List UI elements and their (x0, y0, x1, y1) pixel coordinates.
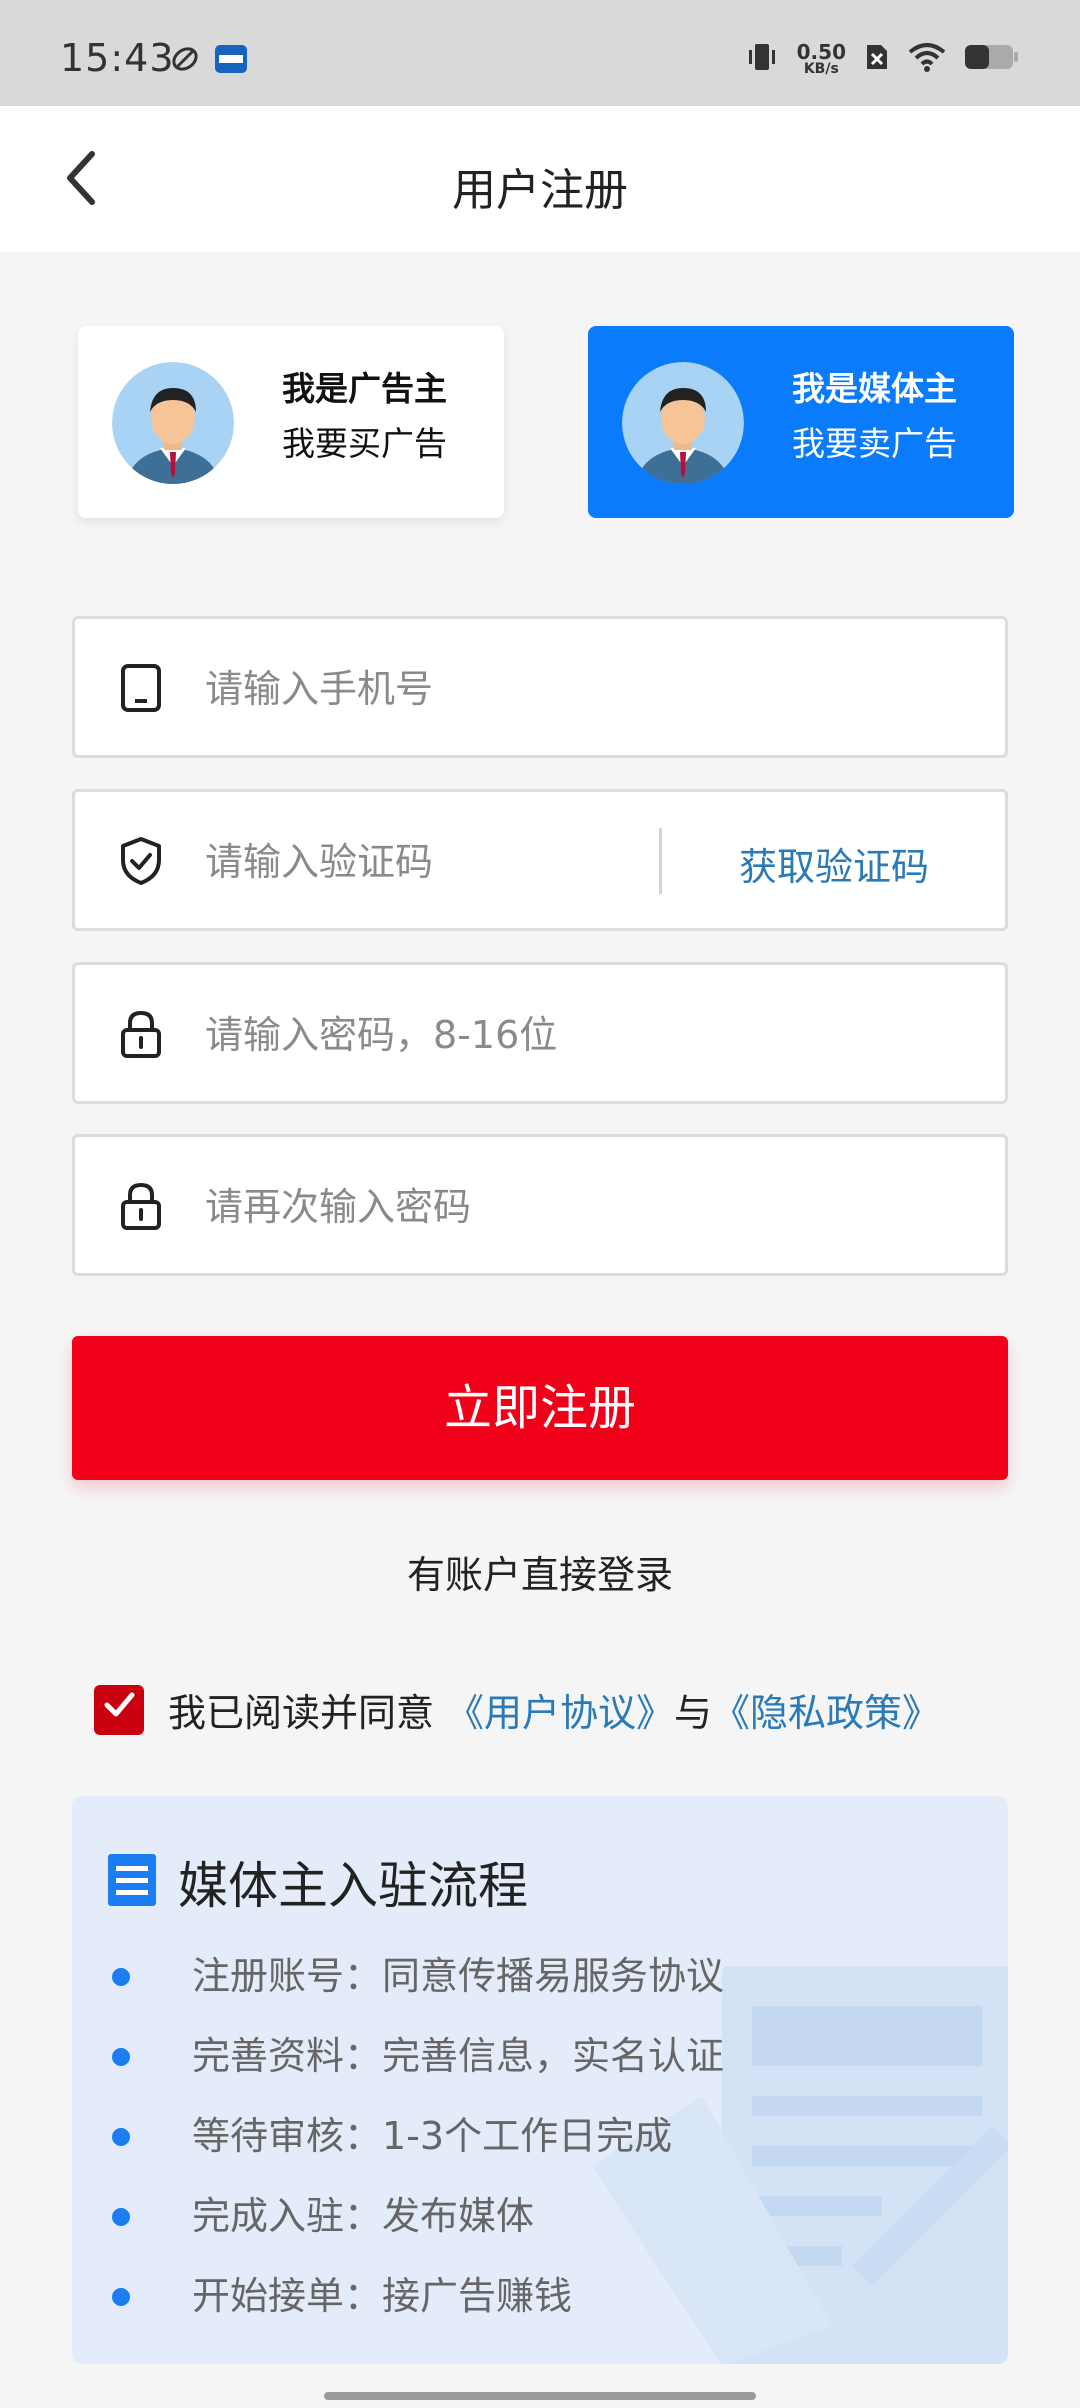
header: 用户注册 (0, 106, 1080, 252)
wifi-icon (908, 42, 946, 76)
process-step: 开始接单：接广告赚钱 (106, 2256, 724, 2336)
process-list: 注册账号：同意传播易服务协议 完善资料：完善信息，实名认证 等待审核：1-3个工… (106, 1936, 724, 2336)
role-card-advertiser[interactable]: 我是广告主 我要买广告 (78, 326, 504, 518)
agreement-joiner: 与 (674, 1691, 713, 1735)
process-step-text: 等待审核：1-3个工作日完成 (192, 2114, 673, 2158)
process-step-text: 完善资料：完善信息，实名认证 (192, 2034, 725, 2078)
process-step: 等待审核：1-3个工作日完成 (106, 2096, 724, 2176)
app-badge-icon (214, 44, 248, 78)
net-speed-unit: KB/s (803, 61, 839, 77)
code-input[interactable] (205, 824, 635, 900)
shield-check-icon (117, 837, 165, 885)
code-field: 获取验证码 (72, 789, 1008, 931)
role-text: 我是媒体主 我要卖广告 (792, 372, 957, 460)
agreement-checkbox[interactable] (94, 1684, 144, 1735)
role-title: 我是媒体主 (792, 369, 957, 408)
process-step-text: 完成入驻：发布媒体 (192, 2194, 535, 2238)
phone-input[interactable] (205, 651, 765, 727)
privacy-policy-link[interactable]: 《隐私政策》 (712, 1682, 940, 1737)
lock-icon (117, 1010, 165, 1058)
bullet-dot (112, 2048, 130, 2066)
battery-icon (964, 42, 1020, 76)
phone-icon (117, 664, 165, 712)
role-subtitle: 我要买广告 (282, 424, 447, 463)
confirm-password-input[interactable] (205, 1169, 765, 1245)
bullet-dot (112, 2128, 130, 2146)
sync-icon (170, 44, 200, 78)
get-code-button[interactable]: 获取验证码 (663, 836, 1005, 891)
bullet-dot (112, 2208, 130, 2226)
process-step-text: 注册账号：同意传播易服务协议 (192, 1954, 725, 1998)
role-text: 我是广告主 我要买广告 (282, 372, 447, 460)
process-panel: 媒体主入驻流程 注册账号：同意传播易服务协议 完善资料：完善信息，实名认证 等待… (72, 1796, 1008, 2364)
register-button[interactable]: 立即注册 (72, 1336, 1008, 1480)
status-bar: 15:43 0.50 KB/s (0, 0, 1080, 106)
user-agreement-link[interactable]: 《用户协议》 (446, 1682, 674, 1737)
vibrate-icon (745, 40, 779, 78)
confirm-password-field (72, 1134, 1008, 1276)
status-time: 15:43 (60, 36, 175, 80)
process-title: 媒体主入驻流程 (178, 1857, 528, 1915)
password-input[interactable] (205, 997, 765, 1073)
agreement-row: 我已阅读并同意 《用户协议》 与 《隐私政策》 (94, 1682, 940, 1737)
bullet-dot (112, 2288, 130, 2306)
home-indicator[interactable] (324, 2392, 756, 2400)
no-sim-icon (864, 42, 890, 76)
checkmark-icon (101, 1687, 137, 1732)
net-speed: 0.50 KB/s (797, 42, 846, 76)
avatar (112, 362, 234, 484)
password-field (72, 962, 1008, 1104)
page-title: 用户注册 (452, 165, 628, 216)
bullet-dot (112, 1968, 130, 1986)
process-step-text: 开始接单：接广告赚钱 (192, 2274, 573, 2318)
phone-field (72, 616, 1008, 758)
process-step: 完善资料：完善信息，实名认证 (106, 2016, 724, 2096)
document-list-icon (106, 1852, 158, 1912)
process-step: 完成入驻：发布媒体 (106, 2176, 724, 2256)
code-divider (659, 828, 662, 894)
lock-icon (117, 1182, 165, 1230)
avatar (622, 362, 744, 484)
net-speed-value: 0.50 (796, 40, 846, 64)
role-card-media[interactable]: 我是媒体主 我要卖广告 (588, 326, 1014, 518)
role-subtitle: 我要卖广告 (792, 424, 957, 463)
process-step: 注册账号：同意传播易服务协议 (106, 1936, 724, 2016)
process-header: 媒体主入驻流程 (106, 1846, 528, 1918)
login-link[interactable]: 有账户直接登录 (0, 1544, 1080, 1599)
status-left-icons (170, 44, 248, 78)
status-right-icons: 0.50 KB/s (745, 40, 1020, 78)
role-title: 我是广告主 (282, 369, 447, 408)
agreement-prefix: 我已阅读并同意 (168, 1691, 435, 1735)
